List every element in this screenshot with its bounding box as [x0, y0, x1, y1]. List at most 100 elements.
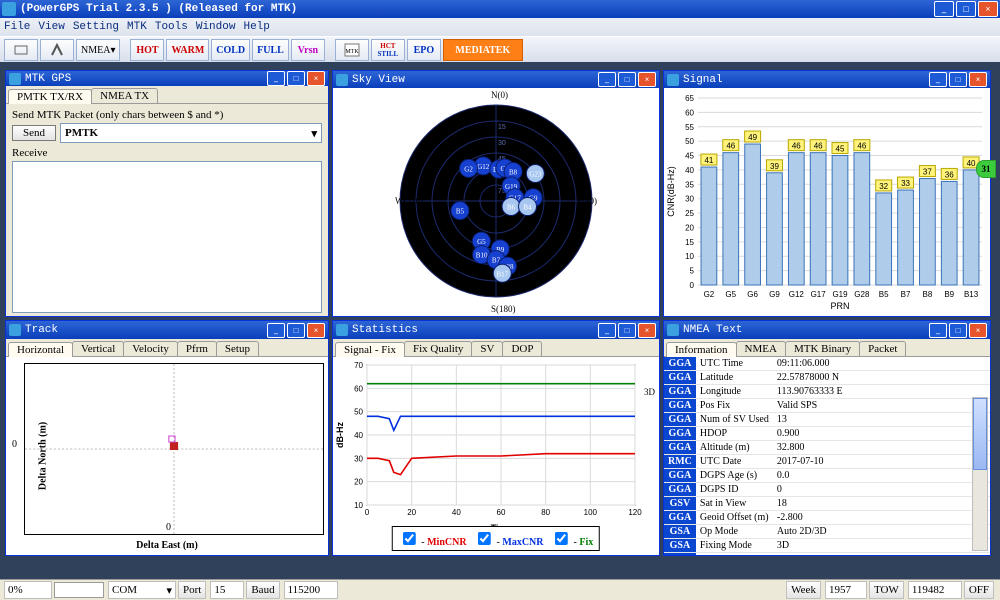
send-button[interactable]: Send	[12, 125, 56, 141]
table-row[interactable]: GGAGeoid Offset (m)-2.800	[664, 511, 990, 525]
svg-text:40: 40	[354, 431, 363, 440]
scrollbar-thumb[interactable]	[973, 398, 987, 470]
signal-titlebar[interactable]: Signal _ □ ×	[664, 71, 990, 88]
table-row[interactable]: GSAFixing Mode3D	[664, 539, 990, 553]
table-row[interactable]: RMCUTC Date2017-07-10	[664, 455, 990, 469]
mtk-titlebar[interactable]: MTK GPS _ □ ×	[6, 71, 328, 86]
mtk-maximize-button[interactable]: □	[287, 71, 305, 86]
nmea-titlebar[interactable]: NMEA Text _ □ ×	[664, 321, 990, 339]
legend-min-checkbox[interactable]	[403, 532, 416, 545]
legend-fix-checkbox[interactable]	[555, 532, 568, 545]
stats-minimize-button[interactable]: _	[598, 323, 616, 338]
track-titlebar[interactable]: Track _ □ ×	[6, 321, 328, 339]
signal-maximize-button[interactable]: □	[949, 72, 967, 87]
signal-close-button[interactable]: ×	[969, 72, 987, 87]
menu-bar[interactable]: File View Setting MTK Tools Window Help	[0, 18, 1000, 36]
track-maximize-button[interactable]: □	[287, 323, 305, 338]
nmea-value: Valid SPS	[773, 399, 990, 413]
tool-antenna-button[interactable]	[40, 39, 74, 61]
tool-nmea-button[interactable]: NMEA ▾	[76, 39, 120, 61]
svg-text:50: 50	[685, 137, 694, 146]
status-com-combo[interactable]: COM▾	[108, 581, 176, 599]
table-row[interactable]: GGAAltitude (m)32.800	[664, 441, 990, 455]
tool-epo-button[interactable]: EPO	[407, 39, 441, 61]
tab-velocity[interactable]: Velocity	[123, 341, 178, 356]
nmea-tag: GGA	[664, 469, 696, 483]
tool-cold-button[interactable]: COLD	[211, 39, 250, 61]
nmea-minimize-button[interactable]: _	[929, 323, 947, 338]
tab-fix-quality[interactable]: Fix Quality	[404, 341, 472, 356]
tool-connect-button[interactable]	[4, 39, 38, 61]
tab-nmea[interactable]: NMEA	[736, 341, 786, 356]
mtk-tabs: PMTK TX/RX NMEA TX	[6, 86, 328, 104]
dropdown-arrow-icon: ▾	[166, 584, 172, 597]
tab-information[interactable]: Information	[666, 342, 737, 357]
stats-titlebar[interactable]: Statistics _ □ ×	[333, 321, 659, 339]
track-xlabel: Delta East (m)	[6, 540, 328, 551]
receive-textbox[interactable]	[12, 161, 322, 313]
menu-window[interactable]: Window	[196, 21, 236, 33]
table-row[interactable]: GGALatitude22.57878000 N	[664, 371, 990, 385]
menu-mtk[interactable]: MTK	[127, 21, 147, 33]
stats-close-button[interactable]: ×	[638, 323, 656, 338]
tab-dop[interactable]: DOP	[502, 341, 542, 356]
tab-horizontal[interactable]: Horizontal	[8, 342, 73, 357]
mtk-minimize-button[interactable]: _	[267, 71, 285, 86]
signal-minimize-button[interactable]: _	[929, 72, 947, 87]
maximize-button[interactable]: □	[956, 1, 976, 17]
svg-text:30: 30	[354, 454, 363, 463]
status-baud-value[interactable]: 115200	[284, 581, 338, 599]
tool-warm-button[interactable]: WARM	[166, 39, 209, 61]
pmtk-combo[interactable]: PMTK ▾	[60, 123, 322, 143]
sky-close-button[interactable]: ×	[638, 72, 656, 87]
menu-help[interactable]: Help	[243, 21, 269, 33]
tab-pmtk-txrx[interactable]: PMTK TX/RX	[8, 89, 92, 104]
track-close-button[interactable]: ×	[307, 323, 325, 338]
brand-logo-button[interactable]: MEDIATEK	[443, 39, 523, 61]
status-port-value[interactable]: 15	[210, 581, 244, 599]
window-icon	[336, 74, 348, 86]
menu-tools[interactable]: Tools	[155, 21, 188, 33]
table-row[interactable]: GSVSat in View18	[664, 497, 990, 511]
nmea-close-button[interactable]: ×	[969, 323, 987, 338]
menu-setting[interactable]: Setting	[73, 21, 119, 33]
tab-mtk-binary[interactable]: MTK Binary	[785, 341, 860, 356]
svg-text:15: 15	[685, 238, 694, 247]
close-button[interactable]: ×	[978, 1, 998, 17]
track-minimize-button[interactable]: _	[267, 323, 285, 338]
tool-full-button[interactable]: FULL	[252, 39, 289, 61]
table-row[interactable]: GSAOp ModeAuto 2D/3D	[664, 525, 990, 539]
table-row[interactable]: GGADGPS ID0	[664, 483, 990, 497]
tool-vrsn-button[interactable]: Vrsn	[291, 39, 325, 61]
stats-maximize-button[interactable]: □	[618, 323, 636, 338]
menu-view[interactable]: View	[38, 21, 64, 33]
menu-file[interactable]: File	[4, 21, 30, 33]
svg-text:B8: B8	[922, 290, 932, 299]
table-row[interactable]: GGAPos FixValid SPS	[664, 399, 990, 413]
mtk-close-button[interactable]: ×	[307, 71, 325, 86]
sky-titlebar[interactable]: Sky View _ □ ×	[333, 71, 659, 88]
table-row[interactable]: GGAUTC Time09:11:06.000	[664, 357, 990, 371]
tab-sv[interactable]: SV	[471, 341, 503, 356]
tab-setup[interactable]: Setup	[216, 341, 259, 356]
sky-minimize-button[interactable]: _	[598, 72, 616, 87]
tab-nmea-tx[interactable]: NMEA TX	[91, 88, 158, 103]
minimize-button[interactable]: _	[934, 1, 954, 17]
table-row[interactable]: GGAHDOP0.900	[664, 427, 990, 441]
tab-pfrm[interactable]: Pfrm	[177, 341, 217, 356]
tab-vertical[interactable]: Vertical	[72, 341, 124, 356]
nmea-tag: GGA	[664, 357, 696, 371]
legend-max-checkbox[interactable]	[478, 532, 491, 545]
table-row[interactable]: GGANum of SV Used13	[664, 413, 990, 427]
nmea-scrollbar[interactable]	[972, 397, 988, 551]
tab-signal-fix[interactable]: Signal - Fix	[335, 342, 405, 357]
tool-pmtk-button[interactable]: MTK	[335, 39, 369, 61]
tab-packet[interactable]: Packet	[859, 341, 906, 356]
table-row[interactable]: GSASV in UsedG6 G2 G17 G9 G12 G19 G28 G5…	[664, 553, 990, 556]
tool-hot-button[interactable]: HOT	[130, 39, 164, 61]
tool-hct-still-button[interactable]: HCTSTILL	[371, 39, 405, 61]
sky-maximize-button[interactable]: □	[618, 72, 636, 87]
table-row[interactable]: GGADGPS Age (s)0.0	[664, 469, 990, 483]
nmea-maximize-button[interactable]: □	[949, 323, 967, 338]
table-row[interactable]: GGALongitude113.90763333 E	[664, 385, 990, 399]
